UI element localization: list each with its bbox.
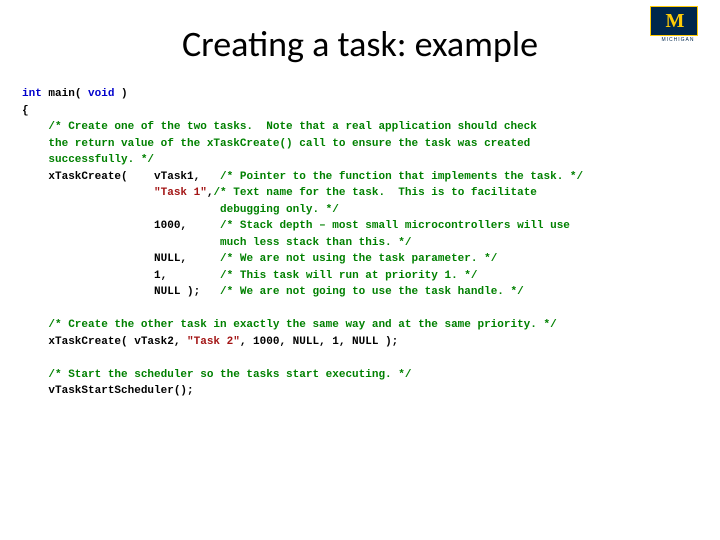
comment-handle: /* We are not going to use the task hand… bbox=[220, 286, 524, 298]
string-task1: "Task 1" bbox=[154, 187, 207, 199]
logo-label: MICHIGAN bbox=[650, 37, 706, 43]
keyword-int: int bbox=[22, 88, 42, 100]
brace-open: { bbox=[22, 105, 29, 117]
arg-null2: NULL ); bbox=[22, 286, 220, 298]
xtaskcreate-1: xTaskCreate( vTask1, bbox=[22, 171, 220, 183]
slide-title: Creating a task: example bbox=[0, 0, 720, 86]
string-task2: "Task 2" bbox=[187, 336, 240, 348]
fn-main: main( bbox=[42, 88, 88, 100]
start-scheduler: vTaskStartScheduler(); bbox=[22, 385, 194, 397]
comment-name2: debugging only. */ bbox=[22, 204, 339, 216]
comment-name1: /* Text name for the task. This is to fa… bbox=[213, 187, 536, 199]
comment-scheduler: /* Start the scheduler so the tasks star… bbox=[22, 369, 411, 381]
comment-create1b: the return value of the xTaskCreate() ca… bbox=[22, 138, 530, 150]
comment-other: /* Create the other task in exactly the … bbox=[22, 319, 557, 331]
comment-stack1: /* Stack depth – most small microcontrol… bbox=[220, 220, 570, 232]
logo-letter: M bbox=[666, 10, 683, 33]
xtaskcreate-2b: , 1000, NULL, 1, NULL ); bbox=[240, 336, 398, 348]
comment-param: /* We are not using the task parameter. … bbox=[220, 253, 497, 265]
comment-priority: /* This task will run at priority 1. */ bbox=[220, 270, 477, 282]
keyword-void: void bbox=[88, 88, 114, 100]
arg-priority: 1, bbox=[22, 270, 220, 282]
paren-close: ) bbox=[114, 88, 127, 100]
arg-1000: 1000, bbox=[22, 220, 220, 232]
arg-null1: NULL, bbox=[22, 253, 220, 265]
indent-str bbox=[22, 187, 154, 199]
comment-create1c: successfully. */ bbox=[22, 154, 154, 166]
comment-create1a: /* Create one of the two tasks. Note tha… bbox=[22, 121, 537, 133]
comment-ptr: /* Pointer to the function that implemen… bbox=[220, 171, 583, 183]
comment-stack2: much less stack than this. */ bbox=[22, 237, 411, 249]
xtaskcreate-2a: xTaskCreate( vTask2, bbox=[22, 336, 187, 348]
code-block: int main( void ) { /* Create one of the … bbox=[0, 86, 720, 400]
michigan-logo: M MICHIGAN bbox=[650, 6, 706, 42]
